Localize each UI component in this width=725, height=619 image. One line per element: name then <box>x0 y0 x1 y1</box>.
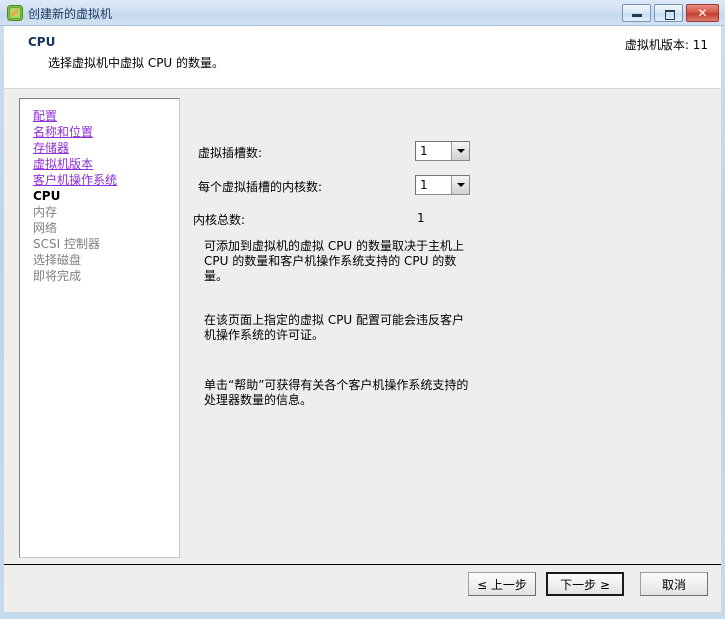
cores-per-socket-label: 每个虚拟插槽的内核数: <box>198 180 323 194</box>
sidebar-item-select-disk[interactable]: 选择磁盘 <box>33 253 81 267</box>
client-area: CPU 选择虚拟机中虚拟 CPU 的数量。 虚拟机版本: 11 配置 名称和位置… <box>4 26 721 612</box>
minimize-button[interactable] <box>622 4 651 22</box>
close-button[interactable]: ✕ <box>686 4 719 22</box>
sidebar-item-network[interactable]: 网络 <box>33 221 57 235</box>
wizard-window: 创建新的虚拟机 ✕ CPU 选择虚拟机中虚拟 CPU 的数量。 虚拟机版本: 1… <box>0 0 725 619</box>
cpu-help-hint-paragraph: 单击“帮助”可获得有关各个客户机操作系统支持的处理器数量的信息。 <box>204 378 469 407</box>
minimize-icon <box>632 14 642 17</box>
sockets-label: 虚拟插槽数: <box>198 146 263 160</box>
vm-link-icon <box>7 5 23 21</box>
total-cores-label: 内核总数: <box>193 213 246 227</box>
title-bar: 创建新的虚拟机 ✕ <box>0 0 725 26</box>
vm-version-label: 虚拟机版本: 11 <box>624 38 708 52</box>
chevron-down-icon[interactable] <box>451 142 469 160</box>
cpu-info-paragraph-1: 可添加到虚拟机的虚拟 CPU 的数量取决于主机上 CPU 的数量和客户机操作系统… <box>204 239 465 283</box>
maximize-icon <box>665 10 675 20</box>
sidebar-item-memory[interactable]: 内存 <box>33 205 57 219</box>
page-title: CPU <box>28 35 56 49</box>
sidebar-item-vm-version[interactable]: 虚拟机版本 <box>33 157 93 171</box>
chevron-down-icon[interactable] <box>451 176 469 194</box>
cores-per-socket-dropdown[interactable]: 1 <box>415 175 470 195</box>
sidebar-item-guest-os[interactable]: 客户机操作系统 <box>33 173 117 187</box>
sidebar-item-name-location[interactable]: 名称和位置 <box>33 125 93 139</box>
close-icon: ✕ <box>697 6 708 20</box>
sidebar-item-ready-complete[interactable]: 即将完成 <box>33 269 81 283</box>
wizard-steps-panel: 配置 名称和位置 存储器 虚拟机版本 客户机操作系统 CPU 内存 网络 SCS… <box>19 98 180 558</box>
back-button[interactable]: ≤ 上一步 <box>468 572 536 596</box>
next-button[interactable]: 下一步 ≥ <box>546 572 624 596</box>
maximize-button[interactable] <box>654 4 683 22</box>
page-header: CPU 选择虚拟机中虚拟 CPU 的数量。 虚拟机版本: 11 <box>4 26 721 89</box>
page-subtitle: 选择虚拟机中虚拟 CPU 的数量。 <box>48 56 225 70</box>
sidebar-item-storage[interactable]: 存储器 <box>33 141 69 155</box>
cancel-button[interactable]: 取消 <box>640 572 708 596</box>
footer-separator <box>4 564 721 565</box>
cpu-license-warning-paragraph: 在该页面上指定的虚拟 CPU 配置可能会违反客户机操作系统的许可证。 <box>204 313 465 342</box>
total-cores-value: 1 <box>417 211 425 225</box>
window-title: 创建新的虚拟机 <box>28 7 113 21</box>
sidebar-item-configuration[interactable]: 配置 <box>33 109 57 123</box>
virtual-sockets-value: 1 <box>420 144 428 158</box>
cores-per-socket-value: 1 <box>420 178 428 192</box>
virtual-sockets-dropdown[interactable]: 1 <box>415 141 470 161</box>
sidebar-item-scsi-controller[interactable]: SCSI 控制器 <box>33 237 100 251</box>
sidebar-item-cpu[interactable]: CPU <box>33 189 60 203</box>
cpu-settings-form: 虚拟插槽数: 1 每个虚拟插槽的内核数: 1 内核总数: 1 可添加到虚拟机的虚… <box>186 92 711 562</box>
